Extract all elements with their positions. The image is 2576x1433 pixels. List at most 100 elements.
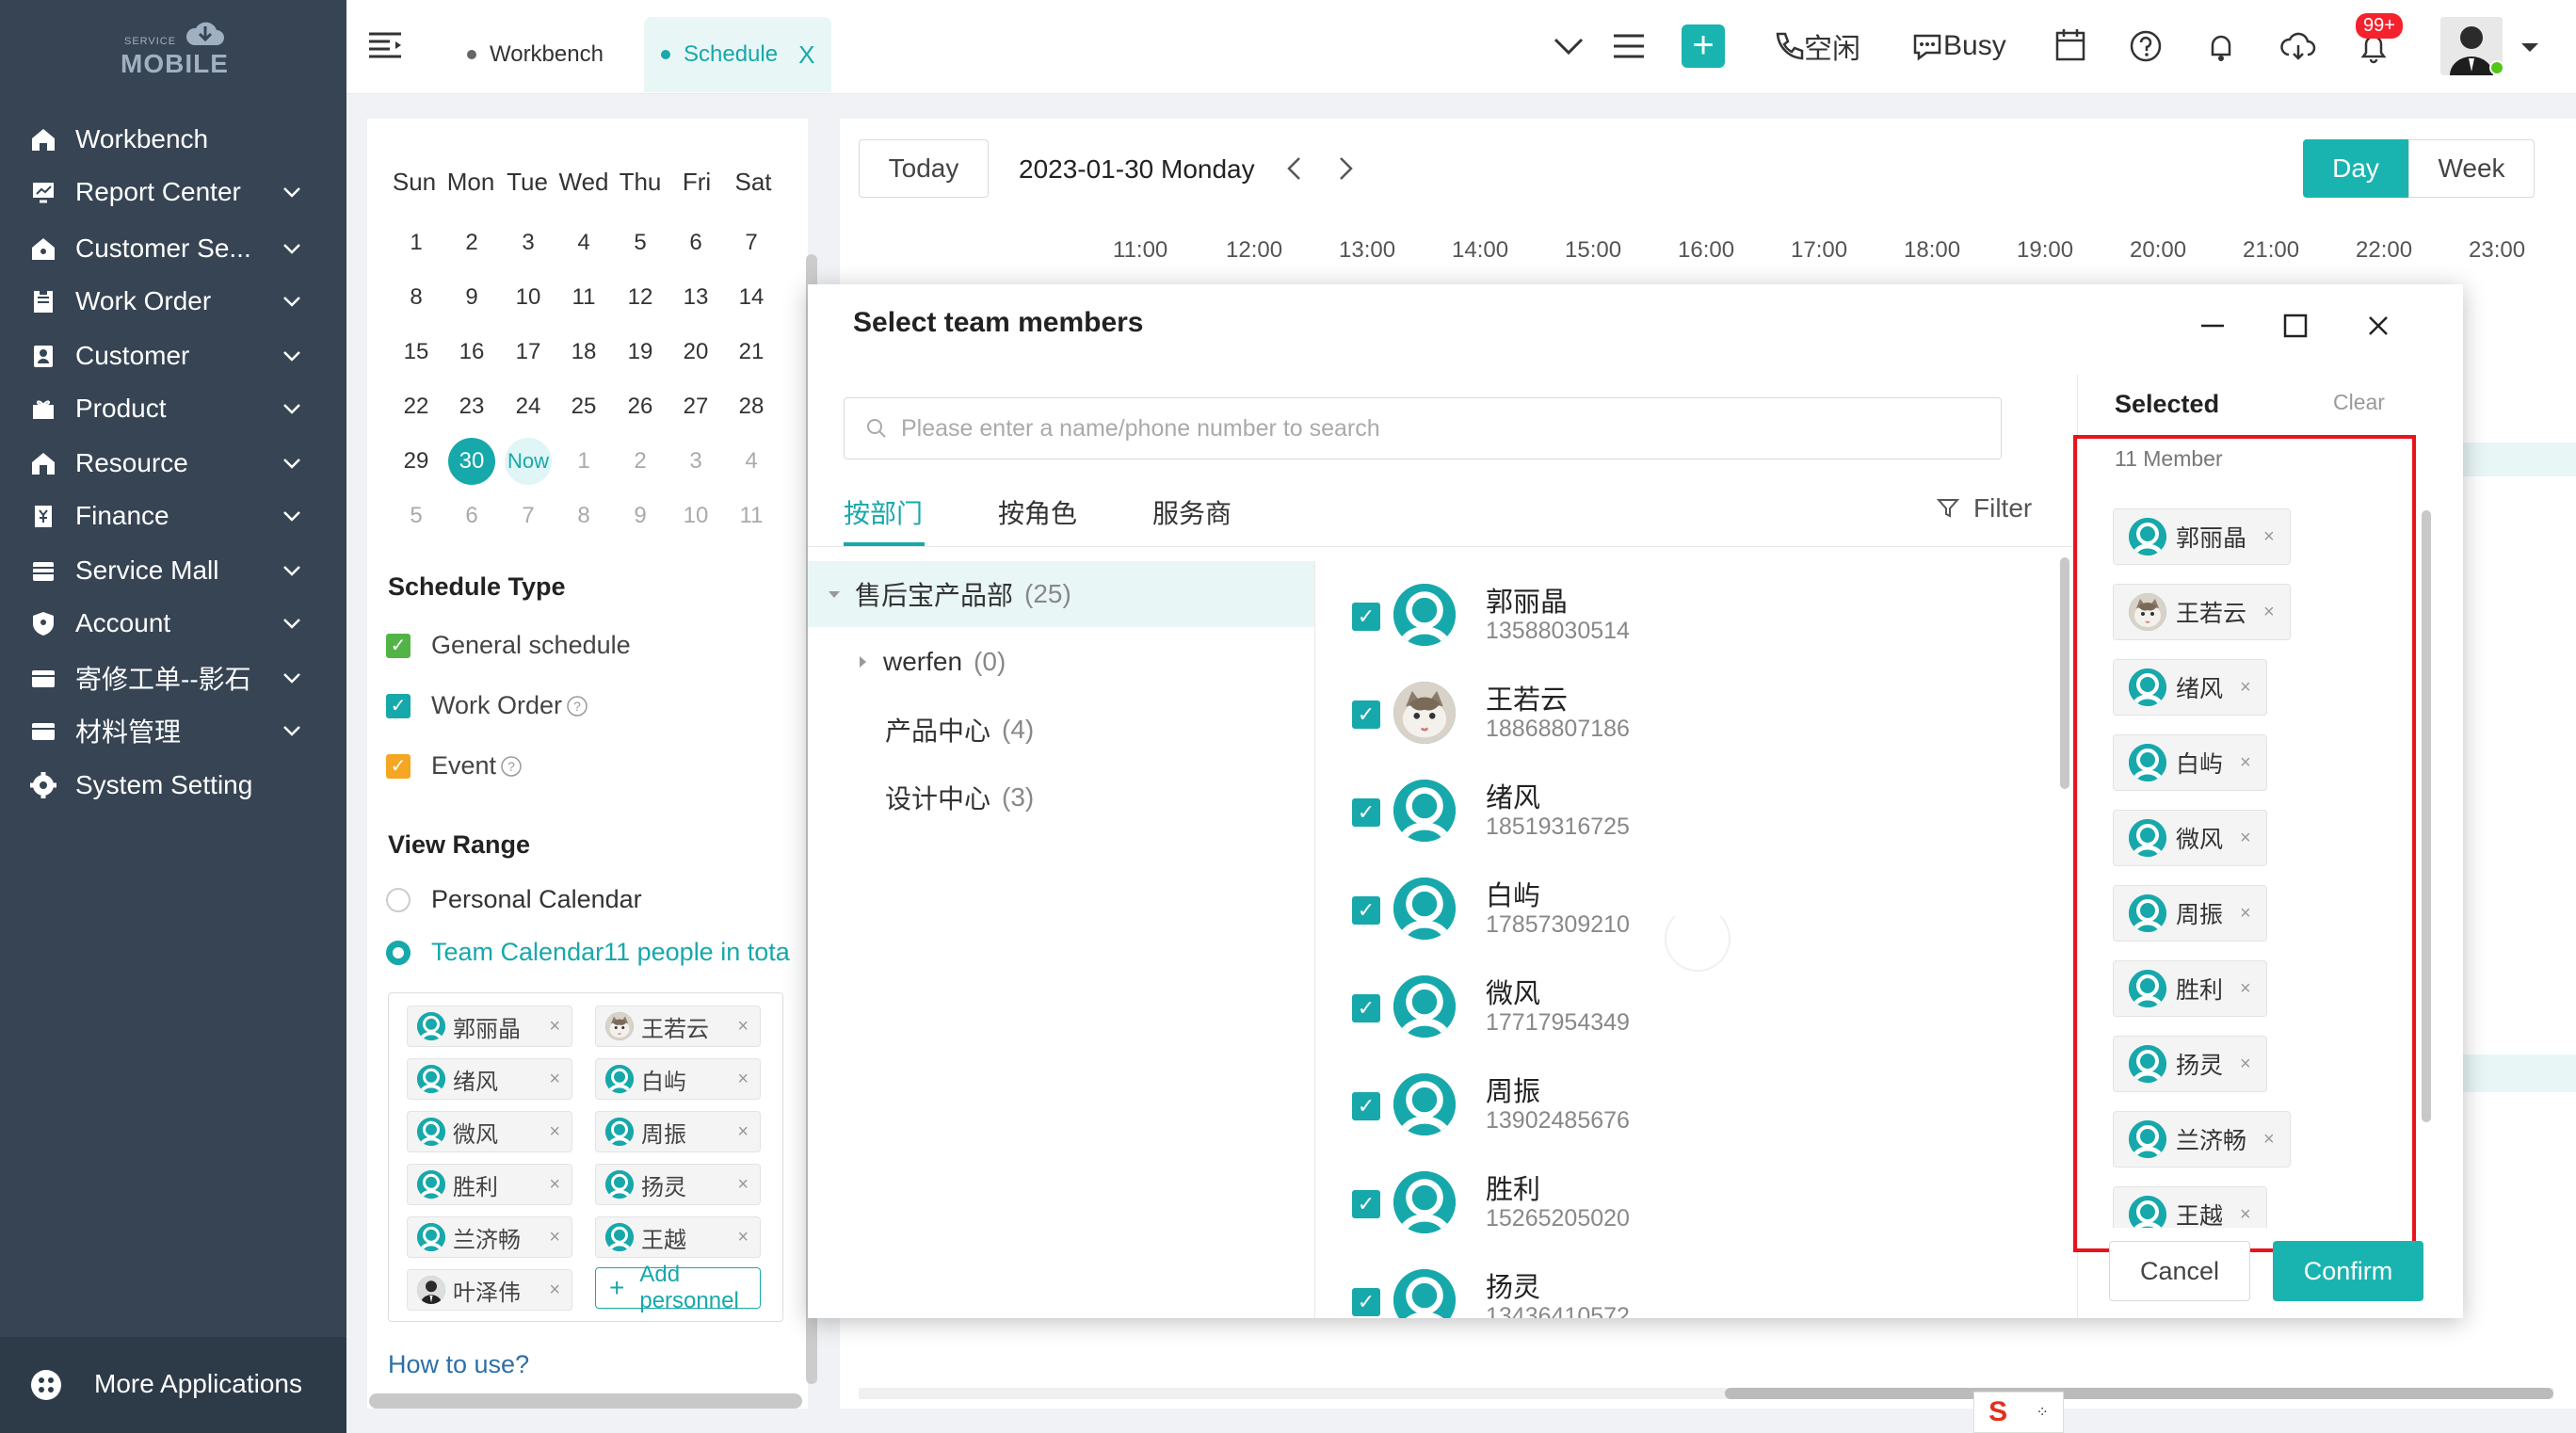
work-order-checkbox[interactable]: ✓ Work Order? bbox=[386, 691, 588, 720]
calendar-day[interactable]: 8 bbox=[560, 492, 607, 539]
tab-workbench[interactable]: Workbench bbox=[450, 17, 620, 92]
calendar-day[interactable]: 22 bbox=[393, 383, 440, 430]
add-button[interactable]: + bbox=[1682, 24, 1725, 68]
status-idle-button[interactable]: 空闲 bbox=[1772, 24, 1860, 68]
calendar-day[interactable]: 3 bbox=[505, 219, 552, 266]
calendar-day[interactable]: 3 bbox=[672, 438, 719, 485]
calendar-day[interactable]: 10 bbox=[672, 492, 719, 539]
chevron-right-icon[interactable] bbox=[1333, 153, 1360, 185]
remove-icon[interactable]: × bbox=[549, 1174, 560, 1196]
calendar-day[interactable]: 24 bbox=[505, 383, 552, 430]
remove-icon[interactable]: × bbox=[549, 1227, 560, 1248]
calendar-day[interactable]: 27 bbox=[672, 383, 719, 430]
today-button[interactable]: Today bbox=[859, 139, 989, 198]
calendar-day[interactable]: 4 bbox=[728, 438, 775, 485]
general-schedule-checkbox[interactable]: ✓ General schedule bbox=[386, 631, 631, 660]
how-to-use-link[interactable]: How to use? bbox=[388, 1350, 529, 1379]
calendar-day[interactable]: 1 bbox=[393, 219, 440, 266]
sidebar-item-repair[interactable]: 寄修工单--影石 bbox=[0, 648, 346, 708]
calendar-day[interactable]: Now bbox=[505, 438, 552, 485]
sidebar-item-report[interactable]: Report Center bbox=[0, 162, 346, 222]
sidebar-item-customer-service[interactable]: Customer Se... bbox=[0, 218, 346, 279]
sidebar-item-material[interactable]: 材料管理 bbox=[0, 700, 346, 761]
help-icon[interactable] bbox=[2130, 24, 2162, 68]
remove-icon[interactable]: × bbox=[549, 1280, 560, 1301]
sidebar-item-mall[interactable]: Service Mall bbox=[0, 540, 346, 601]
calendar-day[interactable]: 23 bbox=[448, 383, 495, 430]
calendar-day[interactable]: 17 bbox=[505, 329, 552, 376]
info-icon[interactable]: ? bbox=[500, 755, 523, 778]
calendar-day[interactable]: 9 bbox=[448, 274, 495, 321]
calendar-day[interactable]: 16 bbox=[448, 329, 495, 376]
calendar-day[interactable]: 12 bbox=[617, 274, 664, 321]
remove-icon[interactable]: × bbox=[737, 1016, 749, 1038]
calendar-day[interactable]: 28 bbox=[728, 383, 775, 430]
calendar-day[interactable]: 7 bbox=[505, 492, 552, 539]
calendar-day[interactable]: 6 bbox=[672, 219, 719, 266]
sidebar-item-finance[interactable]: Finance bbox=[0, 486, 346, 546]
day-view-button[interactable]: Day bbox=[2303, 139, 2408, 198]
remove-icon[interactable]: × bbox=[737, 1227, 749, 1248]
calendar-day[interactable]: 11 bbox=[728, 492, 775, 539]
calendar-day[interactable]: 26 bbox=[617, 383, 664, 430]
chevron-left-icon[interactable] bbox=[1280, 153, 1307, 185]
selected-list-scrollbar[interactable] bbox=[2422, 510, 2431, 1122]
calendar-day[interactable]: 5 bbox=[617, 219, 664, 266]
more-applications-button[interactable]: More Applications bbox=[0, 1337, 346, 1433]
remove-icon[interactable]: × bbox=[549, 1121, 560, 1143]
calendar-day[interactable]: 5 bbox=[393, 492, 440, 539]
remove-icon[interactable]: × bbox=[737, 1174, 749, 1196]
cloud-download-icon[interactable] bbox=[2280, 24, 2316, 68]
sidebar-item-product[interactable]: Product bbox=[0, 378, 346, 439]
personal-calendar-radio[interactable]: Personal Calendar bbox=[386, 885, 642, 914]
remove-icon[interactable]: × bbox=[549, 1016, 560, 1038]
week-view-button[interactable]: Week bbox=[2408, 139, 2535, 198]
calendar-day[interactable]: 11 bbox=[560, 274, 607, 321]
sidebar-item-work-order[interactable]: Work Order bbox=[0, 271, 346, 331]
notification-bell-icon[interactable] bbox=[2205, 24, 2237, 68]
tab-schedule[interactable]: Schedule X bbox=[644, 17, 832, 92]
team-calendar-radio[interactable]: Team Calendar11 people in tota bbox=[386, 938, 806, 967]
calendar-day[interactable]: 10 bbox=[505, 274, 552, 321]
scrollbar-thumb[interactable] bbox=[1725, 1388, 2553, 1399]
calendar-day[interactable]: 15 bbox=[393, 329, 440, 376]
member-list-item[interactable]: ✓ 扬灵 13436410572 bbox=[1352, 1260, 1973, 1318]
calendar-day[interactable]: 14 bbox=[728, 274, 775, 321]
tab-close-icon[interactable]: X bbox=[798, 40, 814, 70]
calendar-icon[interactable] bbox=[2054, 24, 2086, 68]
calendar-day[interactable]: 4 bbox=[560, 219, 607, 266]
calendar-day[interactable]: 30 bbox=[448, 438, 495, 485]
calendar-day[interactable]: 21 bbox=[728, 329, 775, 376]
ime-toolbar[interactable]: S ⁘ bbox=[1973, 1392, 2064, 1433]
member-checkbox[interactable]: ✓ bbox=[1352, 1288, 1380, 1316]
calendar-day[interactable]: 1 bbox=[560, 438, 607, 485]
add-personnel-button[interactable]: + Add personnel bbox=[595, 1262, 761, 1313]
calendar-day[interactable]: 2 bbox=[448, 219, 495, 266]
sidebar-item-account[interactable]: Account bbox=[0, 593, 346, 653]
user-menu-caret-icon[interactable] bbox=[2518, 24, 2542, 68]
calendar-day[interactable]: 25 bbox=[560, 383, 607, 430]
event-checkbox[interactable]: ✓ Event? bbox=[386, 751, 523, 781]
status-busy-button[interactable]: Busy bbox=[1911, 24, 2006, 68]
menu-toggle-icon[interactable] bbox=[367, 30, 403, 60]
confirm-button[interactable]: Confirm bbox=[2273, 1241, 2423, 1301]
calendar-day[interactable]: 7 bbox=[728, 219, 775, 266]
calendar-day[interactable]: 9 bbox=[617, 492, 664, 539]
cancel-button[interactable]: Cancel bbox=[2109, 1241, 2250, 1301]
calendar-day[interactable]: 29 bbox=[393, 438, 440, 485]
sidebar-item-gear[interactable]: System Setting bbox=[0, 755, 346, 815]
calendar-day[interactable]: 2 bbox=[617, 438, 664, 485]
sidebar-item-resource[interactable]: Resource bbox=[0, 433, 346, 493]
calendar-day[interactable]: 8 bbox=[393, 274, 440, 321]
calendar-day[interactable]: 18 bbox=[560, 329, 607, 376]
remove-icon[interactable]: × bbox=[737, 1121, 749, 1143]
remove-icon[interactable]: × bbox=[737, 1069, 749, 1090]
calendar-day[interactable]: 6 bbox=[448, 492, 495, 539]
calendar-day[interactable]: 13 bbox=[672, 274, 719, 321]
remove-icon[interactable]: × bbox=[549, 1069, 560, 1090]
sidebar-item-home[interactable]: Workbench bbox=[0, 109, 346, 169]
list-icon[interactable] bbox=[1612, 24, 1646, 68]
side-panel-h-scrollbar[interactable] bbox=[369, 1393, 802, 1409]
calendar-day[interactable]: 20 bbox=[672, 329, 719, 376]
info-icon[interactable]: ? bbox=[566, 695, 588, 717]
